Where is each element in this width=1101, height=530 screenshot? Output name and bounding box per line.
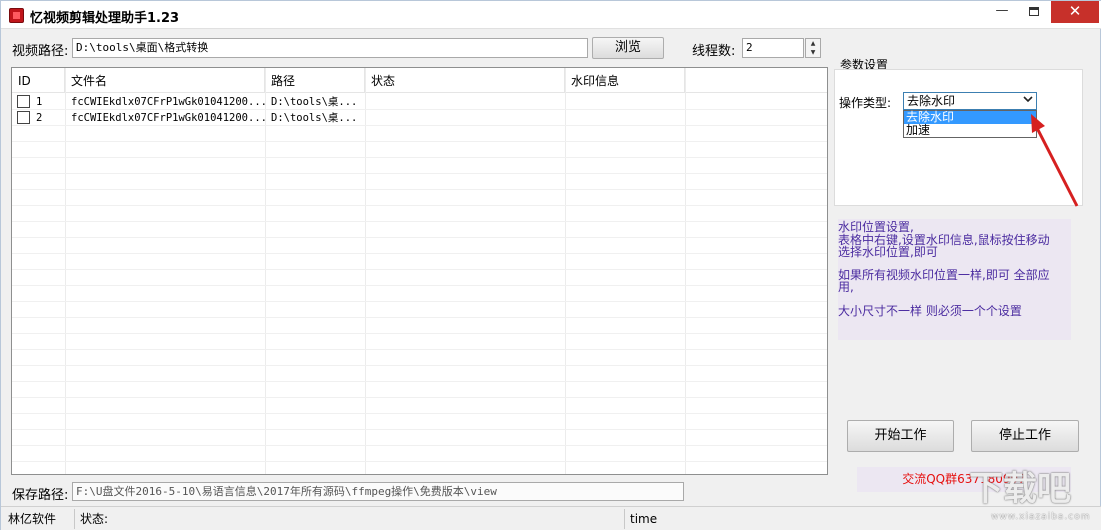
empty-table-row xyxy=(12,254,827,270)
site-watermark-logo: 下载吧 www.xiazaiba.com xyxy=(969,466,1097,528)
column-header-status[interactable]: 状态 xyxy=(365,68,565,93)
help-text-line: 如果所有视频水印位置一样,即可 全部应 xyxy=(838,268,1050,282)
op-type-dropdown-list[interactable]: 去除水印 加速 xyxy=(903,110,1037,138)
row-path: D:\tools\桌... xyxy=(271,96,358,108)
empty-table-row xyxy=(12,430,827,446)
empty-table-row xyxy=(12,302,827,318)
empty-table-row xyxy=(12,446,827,462)
watermark-url: www.xiazaiba.com xyxy=(991,512,1091,522)
empty-table-row xyxy=(12,238,827,254)
status-company: 林亿软件 xyxy=(8,512,57,526)
row-watermark xyxy=(565,110,685,126)
op-type-selected-value: 去除水印 xyxy=(907,94,956,108)
status-text: 状态: xyxy=(74,509,623,529)
row-checkbox[interactable] xyxy=(17,111,30,124)
empty-table-row xyxy=(12,142,827,158)
maximize-button[interactable] xyxy=(1019,1,1049,23)
stop-work-button[interactable]: 停止工作 xyxy=(971,420,1079,452)
window-title: 忆视频剪辑处理助手1.23 xyxy=(30,11,180,26)
close-button[interactable]: ✕ xyxy=(1051,1,1099,23)
row-status xyxy=(365,110,565,126)
empty-table-row xyxy=(12,462,827,474)
column-header-watermark[interactable]: 水印信息 xyxy=(565,68,685,93)
empty-table-row xyxy=(12,366,827,382)
threads-spinner[interactable]: ▲ ▼ xyxy=(805,38,821,58)
row-id: 2 xyxy=(36,112,43,124)
maximize-icon xyxy=(1029,7,1039,16)
empty-table-row xyxy=(12,398,827,414)
threads-input[interactable]: 2 xyxy=(742,38,804,58)
spin-down-icon[interactable]: ▼ xyxy=(806,48,820,57)
empty-table-row xyxy=(12,174,827,190)
empty-table-row xyxy=(12,334,827,350)
app-window: 忆视频剪辑处理助手1.23 — ✕ 视频路径: D:\tools\桌面\格式转换… xyxy=(0,0,1101,530)
empty-table-row xyxy=(12,222,827,238)
empty-table-row xyxy=(12,350,827,366)
row-path: D:\tools\桌... xyxy=(271,112,358,124)
row-id: 1 xyxy=(36,96,43,108)
column-header-path[interactable]: 路径 xyxy=(265,68,365,93)
empty-table-row xyxy=(12,158,827,174)
row-checkbox[interactable] xyxy=(17,95,30,108)
video-path-label: 视频路径: xyxy=(12,44,69,59)
help-text-line: 用, xyxy=(838,280,854,294)
table-header: ID 文件名 路径 状态 水印信息 xyxy=(12,68,827,93)
help-text-line: 水印位置设置, xyxy=(838,220,914,234)
table-row[interactable]: 1 fcCWIEkdlx07CFrP1wGk01041200... D:\too… xyxy=(12,94,827,110)
empty-table-row xyxy=(12,270,827,286)
video-path-input[interactable]: D:\tools\桌面\格式转换 xyxy=(72,38,588,58)
app-logo-icon xyxy=(9,8,24,23)
minimize-button[interactable]: — xyxy=(987,1,1017,23)
watermark-help-panel: 水印位置设置, 表格中右键,设置水印信息,鼠标按住移动 选择水印位置,即可 如果… xyxy=(838,219,1071,340)
title-bar: 忆视频剪辑处理助手1.23 — ✕ xyxy=(1,1,1101,29)
threads-label: 线程数: xyxy=(692,44,736,59)
op-type-label: 操作类型: xyxy=(839,96,892,110)
empty-table-row xyxy=(12,414,827,430)
chevron-down-icon[interactable] xyxy=(1021,94,1035,108)
row-filename: fcCWIEkdlx07CFrP1wGk01041200... xyxy=(71,96,265,108)
empty-table-row xyxy=(12,126,827,142)
column-header-id[interactable]: ID xyxy=(12,68,65,93)
column-header-filename[interactable]: 文件名 xyxy=(65,68,265,93)
file-table[interactable]: ID 文件名 路径 状态 水印信息 1 fcCWIEkdlx07CFrP1wGk… xyxy=(11,67,828,475)
row-status xyxy=(365,94,565,110)
help-text-line: 大小尺寸不一样 则必须一个个设置 xyxy=(838,304,1022,318)
watermark-text: 下载吧 xyxy=(969,469,1071,509)
empty-table-row xyxy=(12,382,827,398)
table-row[interactable]: 2 fcCWIEkdlx07CFrP1wGk01041200... D:\too… xyxy=(12,110,827,126)
status-bar: 林亿软件 状态: time xyxy=(1,506,1101,530)
save-path-label: 保存路径: xyxy=(12,488,69,503)
empty-table-row xyxy=(12,318,827,334)
dropdown-option-speed-up[interactable]: 加速 xyxy=(904,124,1036,137)
browse-button[interactable]: 浏览 xyxy=(592,37,664,59)
save-path-input[interactable]: F:\U盘文件2016-5-10\易语言信息\2017年所有源码\ffmpeg操… xyxy=(72,482,684,501)
row-watermark xyxy=(565,94,685,110)
empty-table-row xyxy=(12,286,827,302)
start-work-button[interactable]: 开始工作 xyxy=(847,420,954,452)
help-text-line: 选择水印位置,即可 xyxy=(838,245,938,259)
empty-table-row xyxy=(12,206,827,222)
op-type-select[interactable]: 去除水印 xyxy=(903,92,1037,110)
spin-up-icon[interactable]: ▲ xyxy=(806,39,820,48)
empty-table-row xyxy=(12,190,827,206)
row-filename: fcCWIEkdlx07CFrP1wGk01041200... xyxy=(71,112,265,124)
